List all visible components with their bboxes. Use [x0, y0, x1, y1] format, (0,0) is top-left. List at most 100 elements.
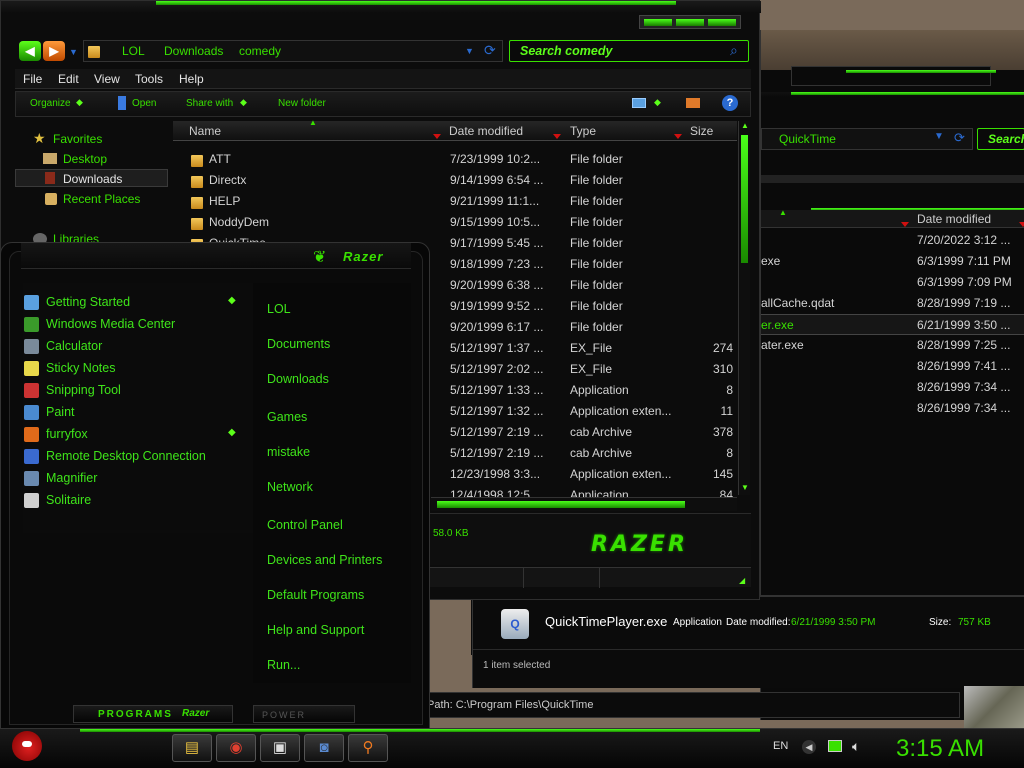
preview-pane-icon[interactable]: [686, 98, 700, 108]
breadcrumb-bar[interactable]: QuickTime ▼ ⟳: [761, 128, 973, 150]
column-name[interactable]: Name: [189, 124, 221, 138]
start-program-item[interactable]: Windows Media Center: [24, 317, 175, 332]
nav-favorites[interactable]: Favorites: [53, 132, 102, 146]
date-filter-arrow[interactable]: [553, 128, 561, 142]
table-row[interactable]: allCache.qdat 8/28/1999 7:19 ...: [761, 293, 1024, 314]
table-row[interactable]: Directx 9/14/1999 6:54 ... File folder: [173, 170, 737, 191]
nav-recent-places[interactable]: Recent Places: [63, 192, 140, 206]
dropdown-icon[interactable]: ▼: [934, 131, 944, 142]
breadcrumb-lol[interactable]: LOL: [122, 44, 145, 58]
address-bar[interactable]: LOL Downloads comedy ▼ ⟳: [83, 40, 503, 62]
type-filter-arrow[interactable]: [674, 128, 682, 142]
menu-help[interactable]: Help: [179, 72, 204, 86]
start-program-item[interactable]: Calculator: [24, 339, 102, 354]
taskbar-quicktime[interactable]: ◙: [304, 734, 344, 762]
start-program-item[interactable]: furryfox: [24, 427, 88, 442]
column-date-modified[interactable]: Date modified: [449, 124, 523, 138]
start-program-item[interactable]: Magnifier: [24, 471, 97, 486]
table-row[interactable]: HELP 9/21/1999 11:1... File folder: [173, 191, 737, 212]
start-place-item[interactable]: Network: [267, 480, 313, 494]
new-folder-button[interactable]: New folder: [278, 98, 326, 109]
clock[interactable]: 3:15 AM: [896, 735, 984, 763]
table-row[interactable]: ater.exe 8/28/1999 7:25 ...: [761, 335, 1024, 356]
nav-desktop[interactable]: Desktop: [63, 152, 107, 166]
address-dropdown-icon[interactable]: ▼: [465, 46, 474, 56]
taskbar-search[interactable]: ⚲: [348, 734, 388, 762]
all-programs-button[interactable]: PROGRAMS Razer: [73, 705, 233, 723]
nav-downloads[interactable]: Downloads: [63, 172, 122, 186]
tray-arrow-icon[interactable]: ◀: [802, 740, 816, 754]
language-indicator[interactable]: EN: [773, 740, 788, 752]
refresh-icon[interactable]: ⟳: [954, 130, 965, 146]
refresh-icon[interactable]: ⟳: [484, 42, 496, 59]
table-row[interactable]: er.exe 6/21/1999 3:50 ...: [761, 314, 1024, 335]
table-row[interactable]: 7/20/2022 3:12 ...: [761, 230, 1024, 251]
share-dropdown-icon[interactable]: ◆: [240, 97, 247, 108]
start-place-item[interactable]: Help and Support: [267, 623, 364, 637]
power-button[interactable]: POWER: [253, 705, 355, 723]
start-place-item[interactable]: Downloads: [267, 372, 329, 386]
start-place-item[interactable]: mistake: [267, 445, 310, 459]
breadcrumb-comedy[interactable]: comedy: [239, 44, 281, 58]
view-dropdown-icon[interactable]: ◆: [654, 97, 661, 108]
open-button[interactable]: Open: [132, 98, 156, 109]
table-row[interactable]: NoddyDem 9/15/1999 10:5... File folder: [173, 212, 737, 233]
minimize-button[interactable]: [644, 19, 672, 26]
start-program-item[interactable]: Solitaire: [24, 493, 91, 508]
start-program-item[interactable]: Snipping Tool: [24, 383, 121, 398]
column-size[interactable]: Size: [690, 124, 713, 138]
start-place-item[interactable]: LOL: [267, 302, 291, 316]
taskbar-explorer[interactable]: ▤: [172, 734, 212, 762]
scroll-thumb[interactable]: [741, 135, 748, 263]
column-date-modified[interactable]: Date modified: [917, 212, 991, 226]
scroll-down-icon[interactable]: ▼: [741, 483, 749, 492]
search-box[interactable]: Search: [977, 128, 1024, 150]
table-row[interactable]: 8/26/1999 7:34 ...: [761, 398, 1024, 419]
help-icon[interactable]: ?: [722, 95, 738, 111]
column-type[interactable]: Type: [570, 124, 596, 138]
history-dropdown-icon[interactable]: ▼: [69, 47, 78, 57]
table-row[interactable]: ATT 7/23/1999 10:2... File folder: [173, 149, 737, 170]
view-options-icon[interactable]: [632, 98, 646, 108]
forward-button[interactable]: ▶: [43, 41, 65, 61]
start-place-item[interactable]: Documents: [267, 337, 330, 351]
submenu-arrow-icon[interactable]: ◆: [228, 295, 236, 306]
table-row[interactable]: 8/26/1999 7:41 ...: [761, 356, 1024, 377]
menu-view[interactable]: View: [94, 72, 120, 86]
start-program-item[interactable]: Sticky Notes: [24, 361, 115, 376]
start-program-item[interactable]: Remote Desktop Connection: [24, 449, 206, 464]
search-icon[interactable]: ⌕: [730, 42, 738, 59]
vertical-scrollbar[interactable]: ▲ ▼: [738, 121, 750, 495]
network-icon[interactable]: [828, 740, 842, 752]
organize-button[interactable]: Organize: [30, 98, 71, 109]
menu-file[interactable]: File: [23, 72, 42, 86]
maximize-button[interactable]: [676, 19, 704, 26]
resize-grip-icon[interactable]: ◢: [739, 576, 745, 585]
taskbar-chrome[interactable]: ◉: [216, 734, 256, 762]
breadcrumb-item[interactable]: QuickTime: [779, 132, 836, 146]
share-with-button[interactable]: Share with: [186, 98, 233, 109]
search-box[interactable]: Search comedy ⌕: [509, 40, 749, 62]
menu-edit[interactable]: Edit: [58, 72, 79, 86]
start-place-item[interactable]: Devices and Printers: [267, 553, 382, 567]
menu-tools[interactable]: Tools: [135, 72, 163, 86]
table-row[interactable]: 6/3/1999 7:09 PM: [761, 272, 1024, 293]
submenu-arrow-icon[interactable]: ◆: [228, 427, 236, 438]
close-button[interactable]: [708, 19, 736, 26]
start-program-item[interactable]: Paint: [24, 405, 75, 420]
back-button[interactable]: ◀: [19, 41, 41, 61]
start-place-item[interactable]: Control Panel: [267, 518, 343, 532]
start-place-item[interactable]: Games: [267, 410, 307, 424]
breadcrumb-downloads[interactable]: Downloads: [164, 44, 223, 58]
hscroll-thumb[interactable]: [437, 501, 685, 508]
start-program-item[interactable]: Getting Started: [24, 295, 130, 310]
table-row[interactable]: exe 6/3/1999 7:11 PM: [761, 251, 1024, 272]
start-place-item[interactable]: Run...: [267, 658, 300, 672]
taskbar-monitor[interactable]: ▣: [260, 734, 300, 762]
table-row[interactable]: 8/26/1999 7:34 ...: [761, 377, 1024, 398]
horizontal-scrollbar[interactable]: [431, 497, 737, 511]
start-place-item[interactable]: Default Programs: [267, 588, 364, 602]
volume-icon[interactable]: 🔈︎: [852, 738, 860, 755]
organize-dropdown-icon[interactable]: ◆: [76, 97, 83, 108]
start-button[interactable]: [4, 727, 50, 767]
